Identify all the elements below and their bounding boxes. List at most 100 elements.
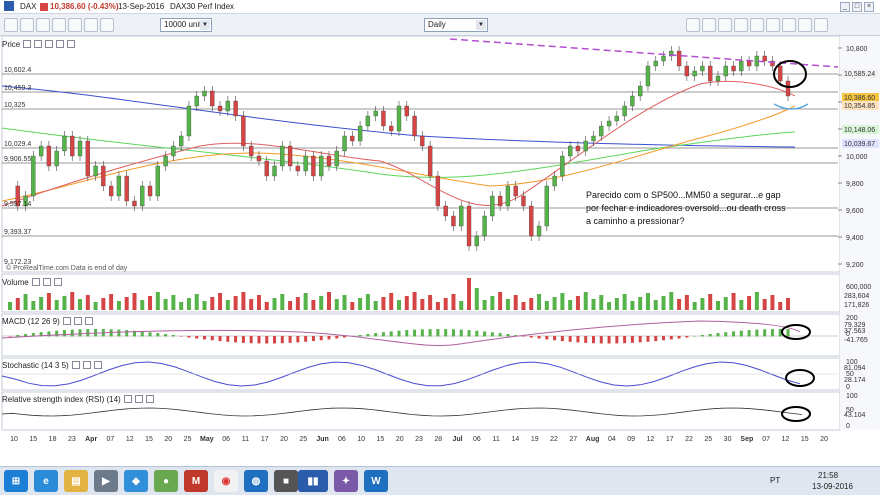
candle-body [513,185,518,197]
volume-bar [708,294,713,310]
start-button[interactable]: ⊞ [4,470,28,492]
volume-bar [264,302,269,310]
macd-panel-title: MACD (12 26 9) [2,316,60,326]
volume-bar [397,300,401,310]
date-axis-label: 23 [415,436,423,443]
prorealtime-icon[interactable]: ▮▮ [298,470,328,492]
level-label: 10,029.4 [4,141,31,148]
clock-time: 21:58 [818,471,839,480]
close-icon[interactable] [67,40,76,48]
candle-body [427,145,433,177]
indicators-icon[interactable] [702,18,716,32]
candle-body [591,135,596,142]
maximize-button[interactable]: □ [852,2,862,12]
wrench-icon[interactable] [71,361,80,369]
app-icon-dark[interactable]: ■ [274,470,298,492]
candle-body [404,105,409,117]
add-icon[interactable] [45,40,54,48]
settings-icon[interactable] [42,278,51,286]
candle-body [365,115,371,127]
settings-icon[interactable] [134,395,143,403]
date-axis-label: 12 [647,436,655,443]
ie-icon[interactable]: e [34,470,58,492]
close-icon[interactable] [84,317,93,325]
app-icon-globe[interactable]: ◍ [244,470,268,492]
macd-histogram-bar [343,336,347,338]
period-select[interactable]: Daily ▼ [424,18,488,32]
mcafee-icon[interactable]: M [184,470,208,492]
text-tool-icon[interactable] [52,18,66,32]
language-indicator[interactable]: PT [770,476,780,485]
macd-histogram-bar [125,330,129,337]
macd-histogram-bar [732,331,736,337]
explorer-icon[interactable]: ▤ [64,470,88,492]
word-icon[interactable]: W [364,470,388,492]
wrench-icon[interactable] [31,278,40,286]
volume-bar [218,293,223,310]
macd-histogram-bar [148,332,152,337]
wrench-icon[interactable] [123,395,132,403]
app-icon-green[interactable]: ● [154,470,178,492]
help-icon[interactable] [814,18,828,32]
wrench-icon[interactable] [23,40,32,48]
candle-body [638,85,643,97]
macd-histogram-bar [55,330,59,337]
macd-histogram-bar [195,336,199,339]
candle-body [295,165,301,172]
settings-icon[interactable] [56,40,65,48]
export-icon[interactable] [766,18,780,32]
volume-bar [544,301,549,310]
candle-body [715,75,721,82]
date-axis-label: 20 [820,436,828,443]
volume-panel-header: Volume [2,276,62,288]
close-icon[interactable] [145,395,154,403]
app-icon-purple[interactable]: ✦ [334,470,358,492]
date-axis-label: 19 [531,436,539,443]
candle-body [101,165,106,187]
media-icon[interactable]: ▶ [94,470,118,492]
channel-tool-icon[interactable] [84,18,98,32]
candle-body [700,65,705,72]
settings-icon[interactable] [82,361,91,369]
pointer-tool-icon[interactable] [4,18,18,32]
wrench-icon[interactable] [62,317,71,325]
chart-area[interactable]: Parecido com o SP500...MM50 a segurar...… [0,35,880,446]
candle-body [746,60,752,67]
maximize-icon[interactable] [34,40,43,48]
print-icon[interactable] [750,18,764,32]
settings-tool-icon[interactable] [100,18,114,32]
candle-body [225,100,230,112]
minimize-button[interactable]: _ [840,2,850,12]
candle-body [163,155,168,167]
candle-body [676,50,682,67]
settings-icon[interactable] [73,317,82,325]
macd-histogram-bar [249,336,253,344]
alerts-icon[interactable] [734,18,748,32]
units-select[interactable]: 10000 units ▼ [160,18,212,32]
volume-bar [46,293,51,310]
price-axis-label: 9,800 [846,181,864,188]
volume-bar [179,302,184,310]
volume-bar [155,292,160,310]
trendline-tool-icon[interactable] [36,18,50,32]
date-axis-label: 20 [280,436,288,443]
date-axis: 10 15 18 23 Apr 07 12 15 20 25 May 06 11 17 20 25 Jun 06 1… [10,436,828,443]
price-tag: 10,386.60 [844,95,875,102]
date-axis-label: 22 [550,436,558,443]
app-icon-blue[interactable]: ◆ [124,470,148,492]
volume-bar [692,302,697,310]
close-icon[interactable] [93,361,102,369]
refresh-icon[interactable] [798,18,812,32]
camera-icon[interactable] [782,18,796,32]
close-icon[interactable] [53,278,62,286]
chart-svg[interactable]: Parecido com o SP500...MM50 a segurar...… [0,35,880,446]
close-button[interactable]: × [864,2,874,12]
price-panel[interactable] [1,35,841,273]
date-axis-label: 12 [782,436,790,443]
zoom-tool-icon[interactable] [20,18,34,32]
drawing-icon[interactable] [718,18,732,32]
candle-body [272,165,277,177]
chrome-icon[interactable]: ◉ [214,470,238,492]
layout-icon[interactable] [686,18,700,32]
fibonacci-tool-icon[interactable] [68,18,82,32]
